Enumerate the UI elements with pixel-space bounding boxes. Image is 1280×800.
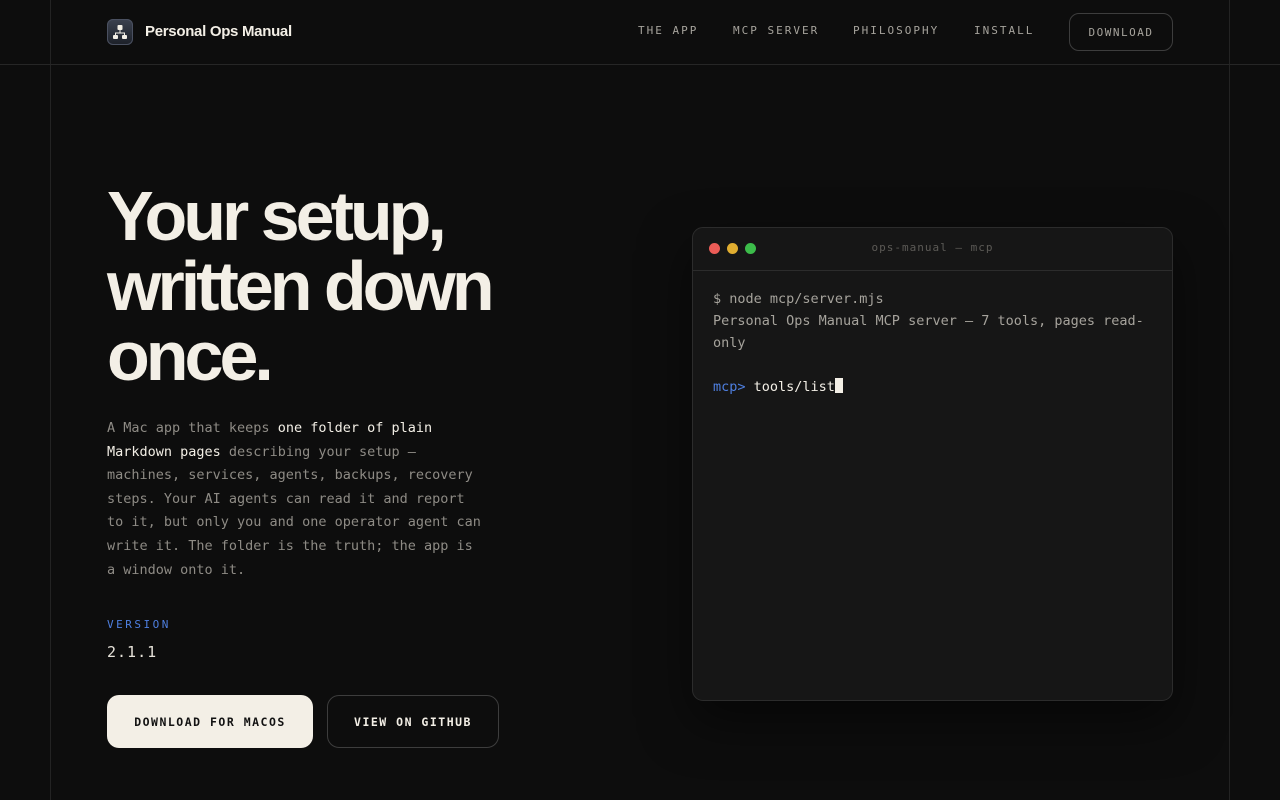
terminal-line-output: Personal Ops Manual MCP server — 7 tools… — [713, 313, 1144, 351]
terminal-title-bar: ops-manual — mcp — [693, 228, 1172, 271]
description-rest: describing your setup — machines, servic… — [107, 443, 481, 578]
terminal-title: ops-manual — mcp — [871, 241, 994, 254]
left-guide-line — [50, 0, 51, 800]
hero-title-line-3: once. — [107, 317, 274, 395]
brand-link[interactable]: Personal Ops Manual — [107, 18, 292, 45]
terminal-input: tools/list — [753, 379, 835, 395]
view-github-button[interactable]: VIEW ON GITHUB — [327, 695, 499, 748]
terminal-line-command: $ node mcp/server.mjs — [713, 291, 884, 307]
terminal-prompt: mcp> — [713, 379, 746, 395]
version-label: VERSION — [107, 618, 171, 631]
brand-name: Personal Ops Manual — [145, 23, 292, 40]
nav-link-mcp-server[interactable]: MCP SERVER — [733, 24, 819, 37]
terminal-window: ops-manual — mcp $ node mcp/server.mjs P… — [692, 227, 1173, 701]
version-value: 2.1.1 — [107, 643, 158, 661]
header-download-button[interactable]: DOWNLOAD — [1069, 13, 1173, 51]
hero-title-line-1: Your setup, — [107, 177, 447, 255]
hero-title-line-2: written down — [107, 247, 495, 325]
site-header: Personal Ops Manual THE APP MCP SERVER P… — [0, 0, 1280, 65]
cursor-block-icon — [834, 378, 843, 393]
terminal-prompt-line: mcp> tools/list — [713, 376, 1152, 398]
right-guide-line — [1229, 0, 1230, 800]
description-intro: A Mac app that keeps — [107, 420, 278, 436]
download-macos-button[interactable]: DOWNLOAD FOR MACOS — [107, 695, 313, 748]
hero-title: Your setup, written down once. — [107, 181, 627, 391]
org-chart-icon — [107, 18, 133, 45]
nav-link-philosophy[interactable]: PHILOSOPHY — [853, 24, 939, 37]
nav-link-the-app[interactable]: THE APP — [638, 24, 698, 37]
hero-description: A Mac app that keeps one folder of plain… — [107, 417, 487, 582]
terminal-body: $ node mcp/server.mjs Personal Ops Manua… — [693, 271, 1172, 415]
nav-link-install[interactable]: INSTALL — [974, 24, 1034, 37]
